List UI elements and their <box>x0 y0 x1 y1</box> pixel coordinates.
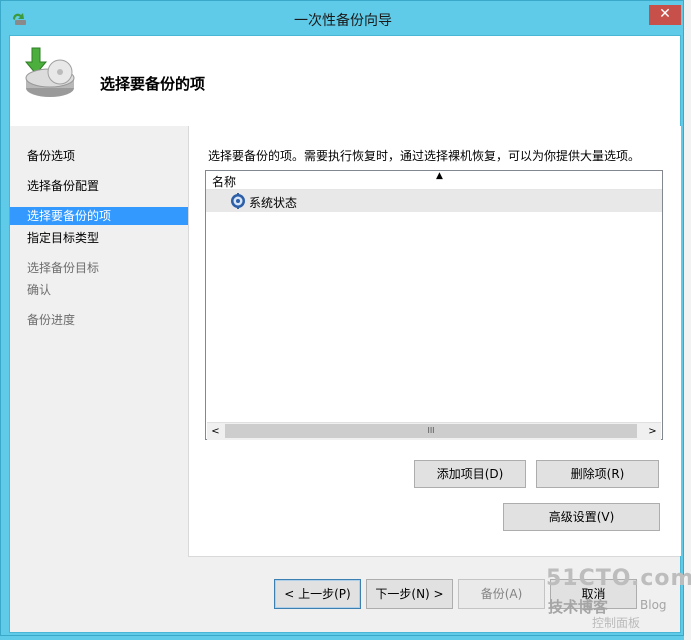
system-state-icon <box>231 193 245 209</box>
next-button[interactable]: 下一步(N) > <box>366 579 453 609</box>
sort-ascending-icon: ▲ <box>436 171 443 181</box>
page-title: 选择要备份的项 <box>100 75 206 93</box>
scroll-thumb[interactable]: III <box>225 424 637 438</box>
cancel-button[interactable]: 取消 <box>550 579 637 609</box>
sidebar-item-progress: 备份进度 <box>27 313 76 327</box>
wizard-content-panel: 选择要备份的项。需要执行恢复时，通过选择裸机恢复，可以为你提供大量选项。 名称 … <box>188 126 681 556</box>
sidebar-item-backup-destination: 选择备份目标 <box>27 261 100 275</box>
sidebar-item-confirm: 确认 <box>27 283 52 297</box>
backup-wizard-window: 一次性备份向导 ✕ 选择要备份的项 备份选项 选择备份配置 选择要备份的项 指定… <box>0 0 684 636</box>
backup-drive-arrow-icon <box>24 47 75 97</box>
title-bar[interactable]: 一次性备份向导 ✕ <box>1 1 685 35</box>
window-title: 一次性备份向导 <box>294 13 392 29</box>
backup-items-list[interactable]: 名称 ▲ 系统状态 < III > <box>205 170 663 440</box>
footer-divider <box>188 556 680 557</box>
column-header-name[interactable]: 名称 ▲ <box>206 171 662 190</box>
backup-button[interactable]: 备份(A) <box>458 579 545 609</box>
background-window-edge <box>684 0 691 640</box>
scroll-left-button[interactable]: < <box>207 423 224 440</box>
sidebar-item-select-items[interactable]: 选择要备份的项 <box>10 207 188 225</box>
close-button[interactable]: ✕ <box>649 5 681 25</box>
instruction-text: 选择要备份的项。需要执行恢复时，通过选择裸机恢复，可以为你提供大量选项。 <box>208 149 641 163</box>
remove-item-button[interactable]: 删除项(R) <box>536 460 659 488</box>
wizard-steps-sidebar: 备份选项 选择备份配置 选择要备份的项 指定目标类型 选择备份目标 确认 备份进… <box>10 126 188 632</box>
sidebar-item-destination-type[interactable]: 指定目标类型 <box>10 229 188 247</box>
column-header-label: 名称 <box>212 175 237 189</box>
sidebar-item-backup-config[interactable]: 选择备份配置 <box>10 177 188 195</box>
wizard-header: 选择要备份的项 <box>10 36 680 126</box>
scroll-right-button[interactable]: > <box>644 423 661 440</box>
horizontal-scrollbar[interactable]: < III > <box>207 422 661 440</box>
sidebar-item-backup-options[interactable]: 备份选项 <box>10 147 188 165</box>
wizard-client-area: 选择要备份的项 备份选项 选择备份配置 选择要备份的项 指定目标类型 选择备份目… <box>9 35 681 633</box>
advanced-settings-button[interactable]: 高级设置(V) <box>503 503 660 531</box>
back-button[interactable]: < 上一步(P) <box>274 579 361 609</box>
list-item[interactable]: 系统状态 <box>206 190 662 212</box>
add-items-button[interactable]: 添加项目(D) <box>414 460 526 488</box>
list-item-label: 系统状态 <box>249 196 298 210</box>
